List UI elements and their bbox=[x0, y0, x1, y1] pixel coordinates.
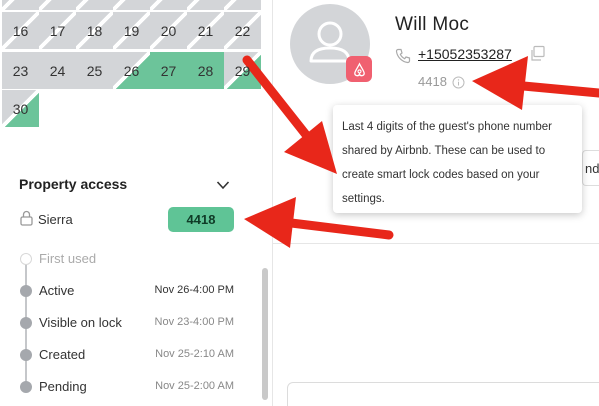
calendar-day[interactable]: 22 bbox=[224, 12, 261, 49]
calendar-day-label: 21 bbox=[197, 22, 214, 39]
calendar-day-partial bbox=[224, 0, 261, 10]
guest-name: Will Moc bbox=[395, 14, 470, 35]
tab-partial[interactable]: nd bbox=[582, 150, 599, 186]
timeline-label: First used bbox=[39, 251, 97, 266]
calendar-day[interactable]: 26 bbox=[113, 52, 150, 89]
timeline-label: Pending bbox=[39, 379, 87, 394]
calendar-day-partial bbox=[2, 0, 39, 10]
lock-name: Sierra bbox=[38, 212, 73, 227]
calendar-day[interactable]: 24 bbox=[39, 52, 76, 89]
calendar-day-label: 25 bbox=[86, 62, 103, 79]
property-access-title: Property access bbox=[19, 176, 128, 192]
timeline-dot bbox=[20, 253, 32, 265]
calendar-day-label: 19 bbox=[123, 22, 140, 39]
calendar-day[interactable]: 18 bbox=[76, 12, 113, 49]
calendar-day[interactable]: 25 bbox=[76, 52, 113, 89]
calendar-day-label: 20 bbox=[160, 22, 177, 39]
timeline-dot bbox=[20, 349, 32, 361]
calendar-day[interactable]: 19 bbox=[113, 12, 150, 49]
phone-last4: 4418 bbox=[418, 74, 447, 89]
timeline-dot bbox=[20, 317, 32, 329]
calendar-day[interactable]: 21 bbox=[187, 12, 224, 49]
timeline-time: Nov 23-4:00 PM bbox=[154, 316, 234, 328]
section-divider bbox=[273, 243, 599, 244]
calendar-day-label: 27 bbox=[160, 62, 177, 79]
message-input-box[interactable] bbox=[287, 382, 599, 406]
timeline-dot bbox=[20, 285, 32, 297]
calendar-grid: 16 17 18 19 20 21 22 23 24 25 26 27 28 29 30 bbox=[0, 0, 261, 150]
timeline-label: Created bbox=[39, 347, 86, 362]
calendar-day-label: 24 bbox=[49, 62, 66, 79]
phone-icon bbox=[395, 48, 411, 64]
panel-divider bbox=[272, 0, 273, 406]
calendar-day-label: 30 bbox=[12, 100, 29, 117]
calendar-day[interactable]: 30 bbox=[2, 90, 39, 127]
timeline-time: Nov 25-2:10 AM bbox=[155, 348, 234, 360]
timeline-label: Visible on lock bbox=[39, 315, 122, 330]
calendar-day-partial bbox=[76, 0, 113, 10]
calendar-day[interactable]: 28 bbox=[187, 52, 224, 89]
calendar-day-label: 22 bbox=[234, 22, 251, 39]
timeline-time: Nov 26-4:00 PM bbox=[154, 284, 234, 296]
calendar-day-label: 16 bbox=[12, 22, 29, 39]
calendar-day[interactable]: 16 bbox=[2, 12, 39, 49]
left-panel: 16 17 18 19 20 21 22 23 24 25 26 27 28 29 30 Property … bbox=[0, 0, 261, 406]
calendar-day-partial bbox=[187, 0, 224, 10]
timeline-time: Nov 25-2:00 AM bbox=[155, 380, 234, 392]
calendar-day[interactable]: 23 bbox=[2, 52, 39, 89]
scrollbar[interactable] bbox=[262, 268, 268, 400]
calendar-day-label: 18 bbox=[86, 22, 103, 39]
calendar-day-label: 26 bbox=[123, 62, 140, 79]
calendar-day[interactable]: 17 bbox=[39, 12, 76, 49]
calendar-day-partial bbox=[150, 0, 187, 10]
info-icon[interactable] bbox=[452, 76, 465, 89]
guest-phone-link[interactable]: +15052353287 bbox=[418, 46, 512, 62]
calendar-day[interactable]: 20 bbox=[150, 12, 187, 49]
calendar-day-label: 28 bbox=[197, 62, 214, 79]
calendar-day-partial bbox=[39, 0, 76, 10]
timeline-dot bbox=[20, 381, 32, 393]
annotation-arrow-last4 bbox=[472, 56, 599, 110]
lock-icon bbox=[20, 210, 33, 226]
timeline-label: Active bbox=[39, 283, 75, 298]
access-code-badge[interactable]: 4418 bbox=[168, 207, 234, 232]
calendar-day-label: 23 bbox=[12, 62, 29, 79]
calendar-day-label: 29 bbox=[234, 62, 251, 79]
copy-icon[interactable] bbox=[529, 45, 546, 62]
chevron-down-icon[interactable] bbox=[216, 180, 230, 190]
calendar-day[interactable]: 29 bbox=[224, 52, 261, 89]
calendar-day[interactable]: 27 bbox=[150, 52, 187, 89]
info-tooltip: Last 4 digits of the guest's phone numbe… bbox=[333, 105, 582, 213]
calendar-day-label: 17 bbox=[49, 22, 66, 39]
calendar-day-partial bbox=[113, 0, 150, 10]
airbnb-icon bbox=[346, 56, 372, 82]
